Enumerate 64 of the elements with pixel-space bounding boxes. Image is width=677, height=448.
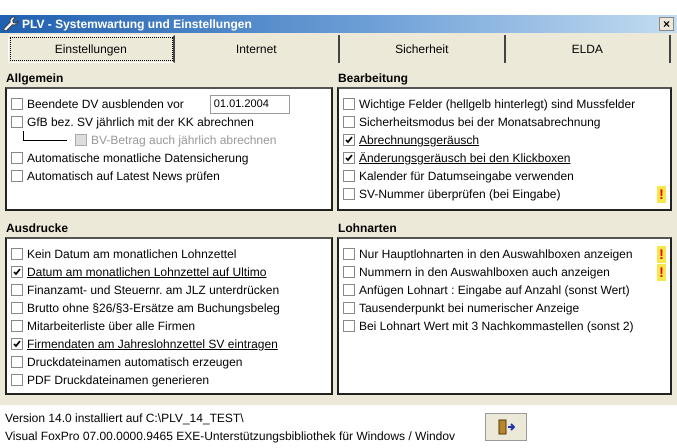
- warning-icon: !: [657, 264, 666, 280]
- warning-icon: !: [657, 246, 666, 262]
- checkbox[interactable]: [343, 134, 355, 146]
- option-label: Automatisch auf Latest News prüfen: [27, 168, 220, 185]
- option-label: Datum am monatlichen Lohnzettel auf Ultimo: [27, 264, 266, 281]
- checkbox[interactable]: [11, 356, 23, 368]
- checkbox[interactable]: [343, 116, 355, 128]
- checkbox[interactable]: [11, 170, 23, 182]
- option-label: Nummern in den Auswahlboxen auch anzeigen: [359, 264, 610, 281]
- connector-line: [23, 131, 67, 141]
- checkbox[interactable]: [343, 248, 355, 260]
- checkbox[interactable]: [11, 152, 23, 164]
- option-label: Mitarbeiterliste über alle Firmen: [27, 318, 196, 335]
- option-label: Finanzamt- und Steuernr. am JLZ unterdrücken: [27, 282, 280, 299]
- checkbox[interactable]: [11, 338, 23, 350]
- option-label: Beendete DV ausblenden vor: [27, 96, 184, 113]
- checkbox[interactable]: [11, 248, 23, 260]
- warning-icon: !: [657, 186, 666, 202]
- footer-text: Version 14.0 installiert auf C:\PLV_14_TEST\: [5, 410, 245, 427]
- checkbox[interactable]: [11, 320, 23, 332]
- group-title: Bearbeitung: [337, 70, 410, 87]
- option-label: Kalender für Datumseingabe verwenden: [359, 168, 574, 185]
- option-label: GfB bez. SV jährlich mit der KK abrechnen: [27, 114, 254, 131]
- checkbox[interactable]: [11, 98, 23, 110]
- checkbox[interactable]: [11, 266, 23, 278]
- option-label: Nur Hauptlohnarten in den Auswahlboxen anzeigen: [359, 246, 633, 263]
- checkbox[interactable]: [343, 284, 355, 296]
- option-label: Anfügen Lohnart : Eingabe auf Anzahl (sonst Wert): [359, 282, 630, 299]
- option-label: Bei Lohnart Wert mit 3 Nachkommastellen (sonst 2): [359, 318, 634, 335]
- checkbox[interactable]: [11, 302, 23, 314]
- option-label: SV-Nummer überprüfen (bei Eingabe): [359, 186, 560, 203]
- wrench-icon: [3, 16, 19, 32]
- checkbox[interactable]: [11, 116, 23, 128]
- option-label: Abrechnungsgeräusch: [359, 132, 480, 149]
- exit-button[interactable]: [485, 413, 528, 441]
- checkbox[interactable]: [11, 284, 23, 296]
- window-title: PLV - Systemwartung und Einstellungen: [22, 16, 252, 33]
- footer-text: Visual FoxPro 07.00.0000.9465 EXE-Unterstützungsbibliothek für Windows / Windov: [5, 428, 456, 445]
- checkbox[interactable]: [11, 374, 23, 386]
- group-title: Allgemein: [5, 70, 64, 87]
- checkbox[interactable]: [343, 98, 355, 110]
- option-label: Sicherheitsmodus bei der Monatsabrechnung: [359, 114, 600, 131]
- group-title: Ausdrucke: [5, 220, 70, 237]
- date-field[interactable]: 01.01.2004: [210, 94, 290, 114]
- group-title: Lohnarten: [337, 220, 398, 237]
- close-button[interactable]: ×: [658, 17, 674, 31]
- checkbox[interactable]: [343, 302, 355, 314]
- option-label: Firmendaten am Jahreslohnzettel SV eintragen: [27, 336, 278, 353]
- checkbox[interactable]: [343, 266, 355, 278]
- checkbox[interactable]: [343, 170, 355, 182]
- option-label: Brutto ohne §26/§3-Ersätze am Buchungsbeleg: [27, 300, 280, 317]
- option-label: Tausenderpunkt bei numerischer Anzeige: [359, 300, 580, 317]
- option-label: PDF Druckdateinamen generieren: [27, 372, 210, 389]
- option-label: Automatische monatliche Datensicherung: [27, 150, 248, 167]
- door-icon: [497, 419, 516, 435]
- checkbox[interactable]: [343, 188, 355, 200]
- option-label: BV-Betrag auch jährlich abrechnen: [91, 132, 276, 149]
- checkbox[interactable]: [343, 152, 355, 164]
- tab[interactable]: Einstellungen: [8, 35, 174, 63]
- checkbox[interactable]: [343, 320, 355, 332]
- option-label: Wichtige Felder (hellgelb hinterlegt) sind Mussfelder: [359, 96, 636, 113]
- option-label: Kein Datum am monatlichen Lohnzettel: [27, 246, 236, 263]
- option-label: Änderungsgeräusch bei den Klickboxen: [359, 150, 570, 167]
- option-label: Druckdateinamen automatisch erzeugen: [27, 354, 242, 371]
